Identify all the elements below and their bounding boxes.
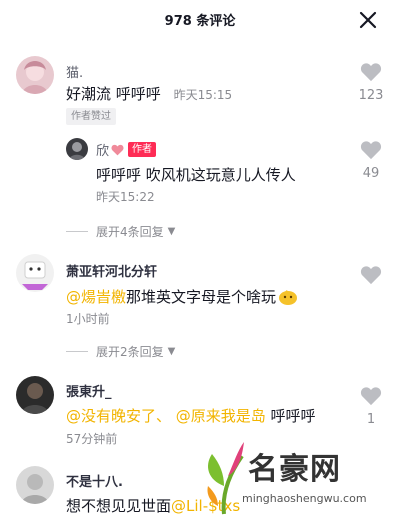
comments-count-title: 978 条评论 xyxy=(164,14,236,29)
comment-text: @没有晚安了、 @原来我是岛 呼呼呼 xyxy=(66,405,316,426)
chevron-down-icon: ▼ xyxy=(167,346,176,357)
expand-replies-button[interactable]: 展开4条回复 ▼ xyxy=(66,223,175,240)
mention-link[interactable]: @Lil-$ xyxy=(171,497,218,515)
comment-body: 呼呼呼 xyxy=(265,407,316,425)
like-count: 123 xyxy=(358,88,384,103)
mention-link[interactable]: @没有晚安了、 @原来我是岛 xyxy=(66,407,266,425)
heart-icon xyxy=(360,387,382,406)
comment-username[interactable]: 萧亚轩河北分轩 xyxy=(66,261,157,280)
watermark-name: 名豪网 xyxy=(248,452,341,487)
avatar[interactable] xyxy=(66,138,88,160)
heart-icon xyxy=(360,141,382,160)
reply-username: 欣 作者 xyxy=(96,140,157,159)
like-button[interactable]: 123 xyxy=(358,62,384,103)
heart-emoji-icon xyxy=(111,144,124,155)
avatar[interactable] xyxy=(16,56,54,94)
expand-replies-label: 展开4条回复 xyxy=(96,225,164,239)
avatar[interactable] xyxy=(16,254,54,292)
comment-text: 想不想见见世面@Lil-$txs xyxy=(66,495,240,516)
comment-username[interactable]: 不是十八. xyxy=(66,471,123,490)
watermark-url: minghaoshengwu.com xyxy=(242,492,367,505)
avatar[interactable] xyxy=(16,466,54,504)
expand-replies-label: 展开2条回复 xyxy=(96,345,164,359)
reply-text: 呼呼呼 吹风机这玩意儿人传人 xyxy=(96,166,296,184)
divider xyxy=(66,231,88,232)
comment-text: 好潮流 呼呼呼 昨天15:15 xyxy=(66,83,232,104)
heart-icon xyxy=(360,63,382,82)
comment-username[interactable]: 猫. xyxy=(66,62,83,81)
avatar[interactable] xyxy=(16,376,54,414)
expand-replies-button[interactable]: 展开2条回复 ▼ xyxy=(66,343,175,360)
close-button[interactable] xyxy=(357,9,379,31)
like-button[interactable]: 49 xyxy=(358,140,384,181)
chevron-down-icon: ▼ xyxy=(167,226,176,237)
author-liked-tag: 作者赞过 xyxy=(66,108,116,125)
author-badge: 作者 xyxy=(128,142,157,157)
reply-time: 昨天15:22 xyxy=(96,190,155,204)
comment-username[interactable]: 張東升_ xyxy=(66,381,112,400)
comments-header: 978 条评论 xyxy=(0,0,400,40)
comment-time: 1小时前 xyxy=(66,312,110,326)
comment-body: 那堆英文字母是个啥玩 xyxy=(126,288,277,306)
divider xyxy=(66,351,88,352)
emoji-icon xyxy=(279,289,298,305)
like-count: 49 xyxy=(362,166,380,181)
like-button[interactable] xyxy=(358,265,384,289)
mention-tail: txs xyxy=(217,497,241,515)
comment-text: @煬峕檄 那堆英文字母是个啥玩 xyxy=(66,286,298,307)
comment-body: 好潮流 呼呼呼 xyxy=(66,85,161,103)
mention-link[interactable]: @煬峕檄 xyxy=(66,286,126,307)
comment-time: 昨天15:15 xyxy=(173,88,233,102)
close-icon xyxy=(359,11,377,29)
like-button[interactable]: 1 xyxy=(358,386,384,427)
reply-username-text[interactable]: 欣 xyxy=(96,140,109,159)
heart-icon xyxy=(360,266,382,285)
like-count: 1 xyxy=(366,412,376,427)
comment-body: 想不想见见世面 xyxy=(66,497,172,515)
comment-time: 57分钟前 xyxy=(66,432,118,446)
